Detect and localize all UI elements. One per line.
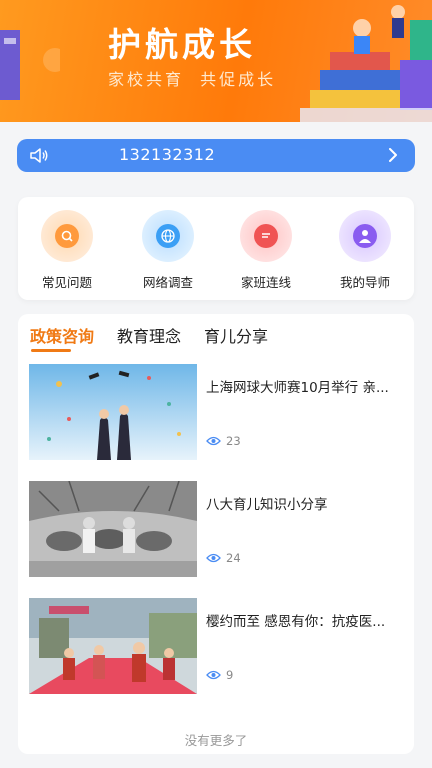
tab-policy[interactable]: 政策咨询	[30, 323, 94, 347]
news-thumbnail	[29, 598, 197, 694]
menu-item-faq[interactable]: 常见问题	[27, 210, 107, 291]
menu-label: 网络调查	[142, 275, 193, 290]
top-banner: 护航成长 家校共育 共促成长	[0, 0, 432, 122]
view-count-value: 24	[226, 551, 241, 565]
view-count: 24	[206, 551, 241, 565]
news-item[interactable]: 上海网球大师赛10月举行 亲... 23	[29, 364, 409, 460]
tab-education[interactable]: 教育理念	[117, 323, 181, 347]
eye-icon	[206, 670, 221, 680]
chat-icon	[240, 210, 292, 262]
faq-icon	[41, 210, 93, 262]
notice-text: 132132312	[119, 145, 216, 164]
eye-icon	[206, 553, 221, 563]
news-title: 樱约而至 感恩有你：抗疫医...	[206, 614, 386, 630]
view-count: 9	[206, 668, 233, 682]
menu-item-class-connect[interactable]: 家班连线	[226, 210, 306, 291]
banner-subtitle: 家校共育 共促成长	[108, 70, 277, 89]
quick-menu: 常见问题 网络调查 家班连线 我的导师	[18, 197, 414, 300]
view-count-value: 23	[226, 434, 241, 448]
menu-label: 家班连线	[240, 275, 291, 290]
students-illustration	[300, 5, 432, 122]
news-thumbnail	[29, 481, 197, 577]
eye-icon	[206, 436, 221, 446]
chevron-right-icon	[389, 148, 397, 162]
view-count-value: 9	[226, 668, 234, 682]
menu-item-survey[interactable]: 网络调查	[128, 210, 208, 291]
speaker-icon	[30, 148, 48, 163]
news-title: 上海网球大师赛10月举行 亲...	[206, 380, 389, 396]
news-thumbnail	[29, 364, 197, 460]
mentor-icon	[339, 210, 391, 262]
no-more-text: 没有更多了	[184, 733, 248, 748]
books-illustration-left	[0, 30, 60, 100]
globe-icon	[142, 210, 194, 262]
menu-item-mentor[interactable]: 我的导师	[325, 210, 405, 291]
menu-label: 我的导师	[339, 275, 390, 290]
view-count: 23	[206, 434, 241, 448]
notice-bar[interactable]: 132132312	[17, 139, 415, 172]
tab-parenting[interactable]: 育儿分享	[204, 323, 268, 347]
tab-underline	[31, 349, 71, 352]
news-panel: 政策咨询 教育理念 育儿分享 上海网球大师赛10月举行 亲... 23 八大育儿…	[18, 314, 414, 754]
news-title: 八大育儿知识小分享	[206, 497, 328, 513]
news-item[interactable]: 樱约而至 感恩有你：抗疫医... 9	[29, 598, 409, 694]
banner-title: 护航成长	[108, 25, 256, 64]
menu-label: 常见问题	[41, 275, 92, 290]
news-item[interactable]: 八大育儿知识小分享 24	[29, 481, 409, 577]
